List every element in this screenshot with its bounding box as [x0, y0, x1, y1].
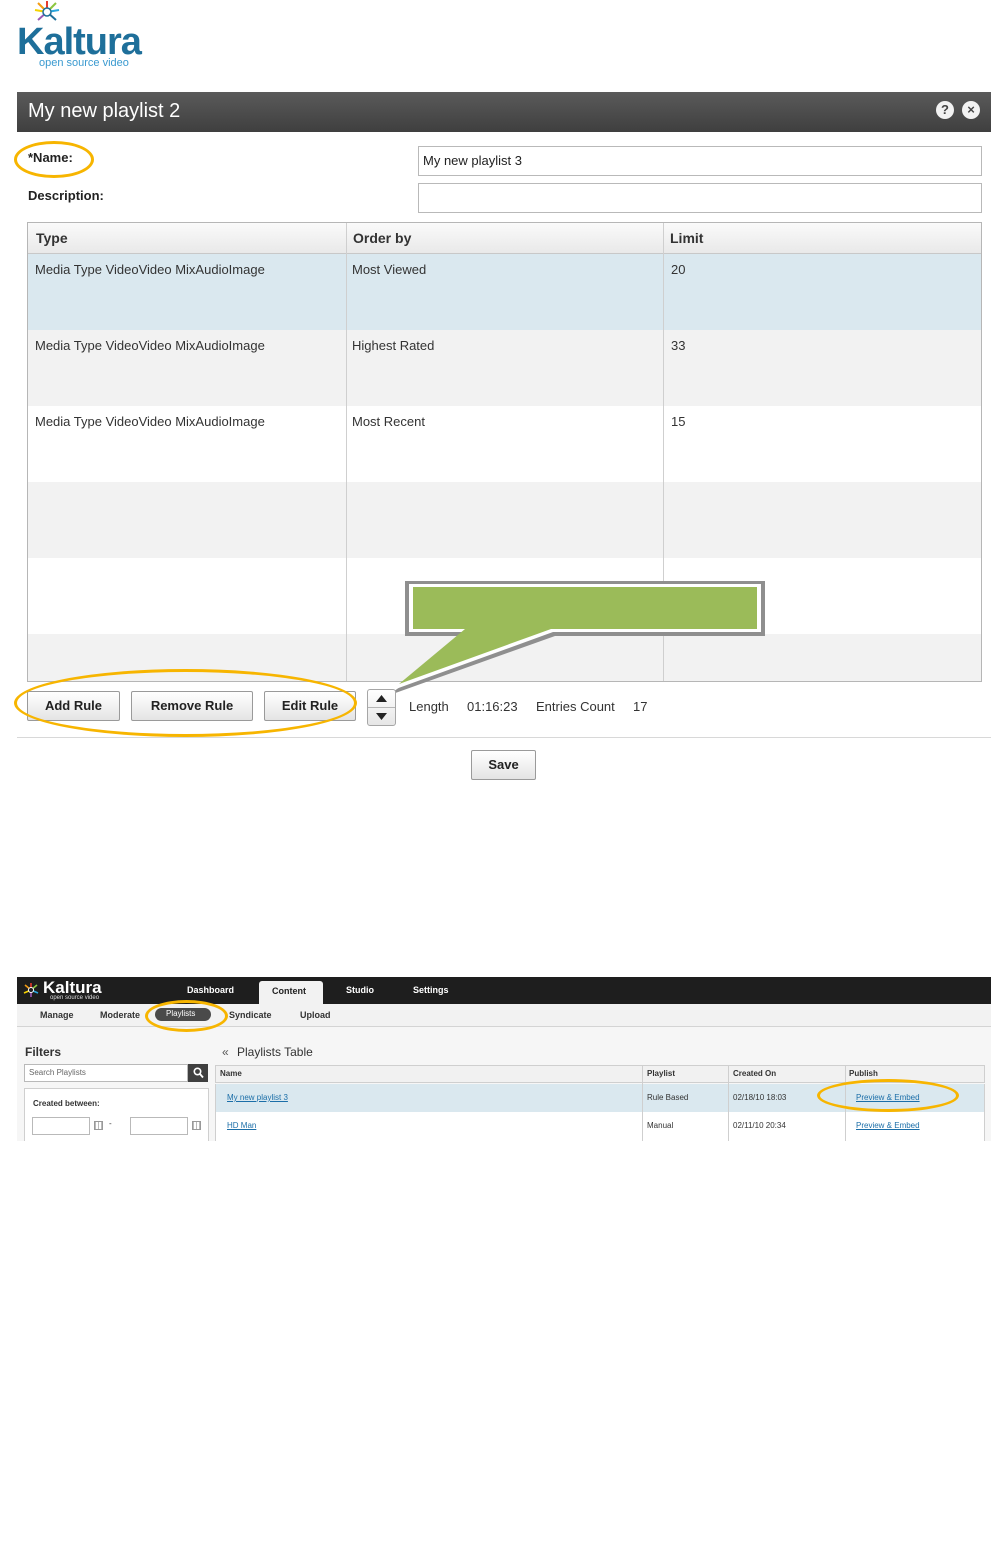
rule-type: Media Type VideoVideo MixAudioImage: [35, 414, 265, 429]
playlist-created-on: 02/11/10 20:34: [733, 1121, 786, 1130]
sub-tab-moderate[interactable]: Moderate: [100, 1010, 140, 1020]
rule-type: Media Type VideoVideo MixAudioImage: [35, 338, 265, 353]
calendar-icon[interactable]: [94, 1121, 103, 1130]
kaltura-sunburst-icon: [34, 1, 60, 21]
dialog-title-bar: My new playlist 2 ? ×: [17, 92, 991, 132]
search-playlists-input[interactable]: Search Playlists: [24, 1064, 188, 1082]
date-from-input[interactable]: [32, 1117, 90, 1135]
description-label: Description:: [28, 188, 104, 203]
nav-tab-studio[interactable]: Studio: [346, 985, 374, 995]
dialog-title: My new playlist 2: [28, 100, 181, 122]
table-row[interactable]: Media Type VideoVideo MixAudioImage High…: [28, 330, 981, 406]
nav-tab-content[interactable]: Content: [259, 981, 323, 1004]
highlight-oval: [145, 1000, 228, 1032]
column-header-playlist[interactable]: Playlist: [647, 1069, 675, 1078]
rules-table-header: Type Order by Limit: [28, 223, 981, 254]
created-between-label: Created between:: [33, 1099, 100, 1108]
column-header-limit[interactable]: Limit: [670, 230, 703, 246]
rule-order: Most Recent: [352, 414, 425, 429]
table-row[interactable]: HD Man Manual 02/11/10 20:34 Preview & E…: [215, 1112, 985, 1141]
filters-title: Filters: [25, 1045, 62, 1059]
length-value: 01:16:23: [467, 699, 518, 714]
rule-limit: 15: [671, 414, 686, 429]
empty-row: [28, 482, 981, 558]
help-icon[interactable]: ?: [936, 101, 954, 119]
date-separator: -: [109, 1119, 112, 1128]
kmc-logo-tagline: open source video: [50, 995, 100, 1001]
search-icon: [193, 1067, 204, 1079]
highlight-oval: [14, 669, 357, 737]
highlight-oval: [14, 141, 94, 178]
name-field[interactable]: My new playlist 3: [418, 146, 982, 176]
entries-count-value: 17: [633, 699, 648, 714]
playlists-table-title: Playlists Table: [237, 1045, 313, 1059]
date-to-input[interactable]: [130, 1117, 188, 1135]
column-header-publish[interactable]: Publish: [849, 1069, 878, 1078]
preview-embed-link[interactable]: Preview & Embed: [856, 1121, 920, 1130]
nav-tab-content-label: Content: [272, 986, 306, 996]
highlight-oval: [817, 1079, 959, 1112]
sub-tab-syndicate[interactable]: Syndicate: [229, 1010, 272, 1020]
search-button[interactable]: [188, 1064, 208, 1082]
length-label: Length: [409, 699, 449, 714]
entries-count-label: Entries Count: [536, 699, 615, 714]
callout-text: [413, 590, 755, 626]
logo-wordmark: Kaltura: [17, 21, 142, 63]
nav-tab-dashboard[interactable]: Dashboard: [187, 985, 234, 995]
playlist-name-link[interactable]: HD Man: [227, 1121, 256, 1130]
column-divider: [728, 1065, 729, 1141]
column-divider: [642, 1065, 643, 1141]
collapse-icon[interactable]: «: [222, 1045, 229, 1059]
logo-tagline: open source video: [39, 57, 129, 69]
created-between-panel: Created between: -: [24, 1088, 209, 1141]
playlist-created-on: 02/18/10 18:03: [733, 1093, 787, 1102]
rule-order: Most Viewed: [352, 262, 427, 277]
dialog-divider: [17, 737, 991, 738]
nav-tab-settings[interactable]: Settings: [413, 985, 449, 995]
kmc-top-nav: Kaltura open source video Dashboard Cont…: [17, 977, 991, 1004]
rule-limit: 33: [671, 338, 686, 353]
rule-type: Media Type VideoVideo MixAudioImage: [35, 262, 265, 277]
column-header-created-on[interactable]: Created On: [733, 1069, 776, 1078]
move-rule-stepper[interactable]: [367, 689, 396, 726]
rule-order: Highest Rated: [352, 338, 435, 353]
column-header-name[interactable]: Name: [220, 1069, 242, 1078]
arrow-up-icon[interactable]: [376, 695, 387, 702]
stepper-divider: [368, 707, 395, 708]
column-divider: [346, 223, 347, 681]
sub-tab-upload[interactable]: Upload: [300, 1010, 331, 1020]
save-button[interactable]: Save: [471, 750, 536, 780]
rule-limit: 20: [671, 262, 686, 277]
column-header-order-by[interactable]: Order by: [353, 230, 411, 246]
playlist-type: Manual: [647, 1121, 674, 1130]
table-row[interactable]: Media Type VideoVideo MixAudioImage Most…: [28, 254, 981, 330]
playlist-name-link[interactable]: My new playlist 3: [227, 1093, 288, 1102]
close-icon[interactable]: ×: [962, 101, 980, 119]
description-field[interactable]: [418, 183, 982, 213]
column-header-type[interactable]: Type: [36, 230, 68, 246]
arrow-down-icon[interactable]: [376, 713, 387, 720]
sub-tab-manage[interactable]: Manage: [40, 1010, 74, 1020]
table-row[interactable]: Media Type VideoVideo MixAudioImage Most…: [28, 406, 981, 482]
playlist-type: Rule Based: [647, 1093, 689, 1102]
kaltura-sunburst-icon: [23, 983, 39, 997]
calendar-icon[interactable]: [192, 1121, 201, 1130]
kaltura-logo: Kaltura open source video: [17, 0, 157, 72]
